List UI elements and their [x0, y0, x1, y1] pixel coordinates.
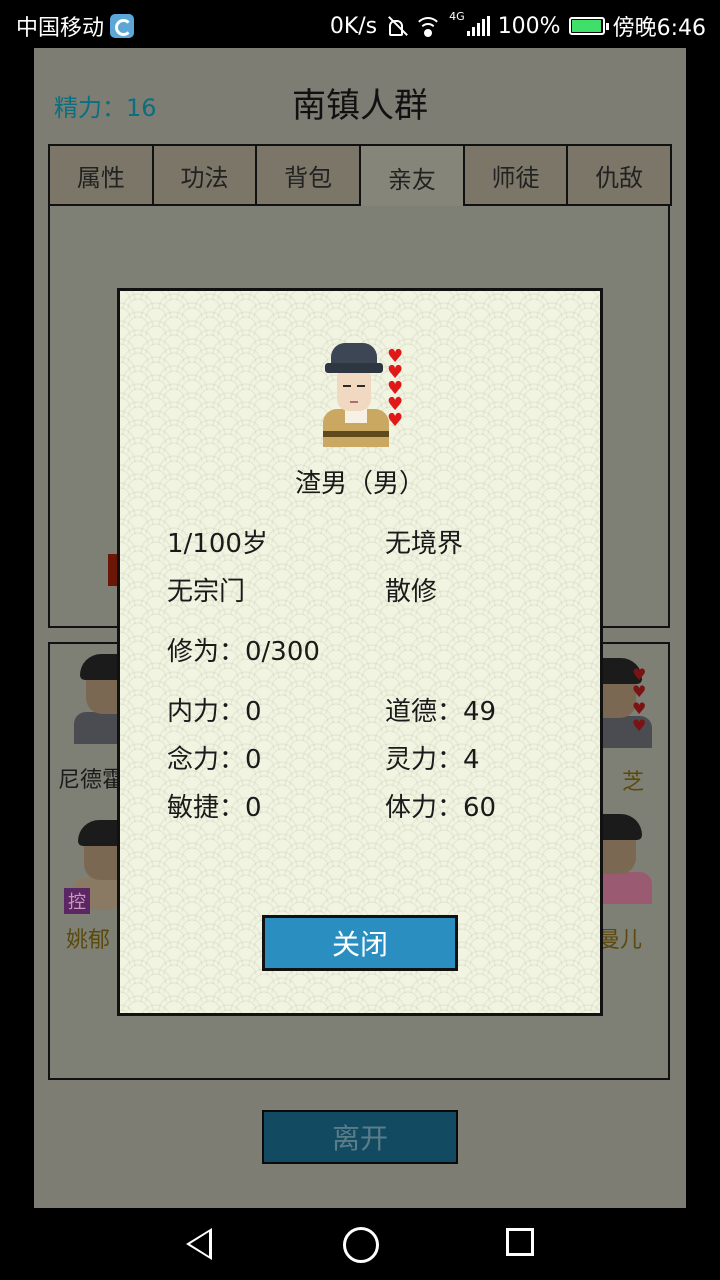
realm-value: 无境界 — [385, 529, 464, 559]
signal-icon — [466, 16, 490, 36]
npc-name: 姚郁 — [66, 928, 111, 953]
heart-icon: ♥ ♥ ♥ ♥ — [632, 665, 647, 735]
stat-tili: 体力：60 — [385, 793, 497, 823]
npc-name: 芝 — [622, 770, 645, 795]
stat-lingli: 灵力：4 — [385, 745, 480, 775]
back-icon[interactable] — [186, 1228, 212, 1260]
battery-percent: 100% — [497, 13, 561, 39]
tab-friends[interactable]: 亲友 — [359, 144, 465, 208]
close-button[interactable]: 关闭 — [262, 915, 458, 971]
sect-status-value: 散修 — [385, 577, 438, 607]
character-portrait — [323, 343, 395, 447]
page-title: 南镇人群 — [292, 86, 428, 126]
affection-hearts: ♥♥♥♥♥ — [387, 346, 404, 431]
tab-skills[interactable]: 功法 — [151, 144, 258, 206]
battery-icon — [568, 17, 609, 35]
game-screen: 精力：16 南镇人群 属性 功法 背包 亲友 师徒 仇敌 尼德霍 ♥ ♥ ♥ ♥ 芝 — [0, 48, 720, 1208]
character-info-dialog: ♥♥♥♥♥ 渣男（男） 1/100岁 无境界 无宗门 散修 修为：0/300 内… — [117, 288, 603, 1016]
tab-bar: 属性 功法 背包 亲友 师徒 仇敌 — [48, 144, 673, 208]
network-type: 4G — [449, 10, 465, 23]
status-bar: 中国移动 0K/s 4G 100% 傍晚6:46 — [0, 0, 720, 48]
npc-name: 尼德霍 — [58, 768, 125, 793]
npc-name: 曼儿 — [598, 928, 643, 953]
stat-nianli: 念力：0 — [167, 745, 262, 775]
mute-icon — [385, 15, 407, 37]
app-icon — [110, 14, 135, 38]
recent-apps-icon[interactable] — [506, 1228, 534, 1256]
net-speed: 0K/s — [329, 13, 378, 39]
wifi-icon — [415, 15, 442, 37]
sect-value: 无宗门 — [167, 577, 246, 607]
home-icon[interactable] — [343, 1227, 379, 1263]
tab-master-disciple[interactable]: 师徒 — [462, 144, 569, 206]
stat-neili: 内力：0 — [167, 697, 262, 727]
control-badge: 控 — [64, 888, 90, 914]
stat-minjie: 敏捷：0 — [167, 793, 262, 823]
clock: 傍晚6:46 — [612, 16, 706, 41]
tab-inventory[interactable]: 背包 — [255, 144, 362, 206]
leave-button[interactable]: 离开 — [262, 1110, 458, 1164]
tab-enemies[interactable]: 仇敌 — [566, 144, 673, 206]
carrier-label: 中国移动 — [16, 16, 105, 41]
tab-attributes[interactable]: 属性 — [48, 144, 154, 206]
stat-daode: 道德：49 — [385, 697, 497, 727]
character-name: 渣男（男） — [294, 469, 425, 499]
cultivation-value: 修为：0/300 — [167, 637, 320, 667]
heart-icon: ♥♥♥♥♥ — [387, 346, 405, 431]
age-value: 1/100岁 — [167, 529, 268, 559]
nav-bar — [0, 1208, 720, 1280]
